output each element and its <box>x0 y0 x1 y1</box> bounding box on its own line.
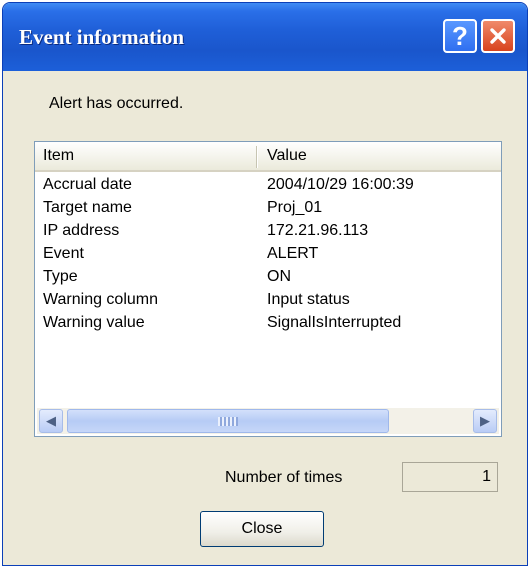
row-value: ALERT <box>267 245 319 262</box>
list-row[interactable]: Warning column Input status <box>35 291 501 314</box>
list-row[interactable]: Type ON <box>35 268 501 291</box>
list-row[interactable]: Warning value SignalIsInterrupted <box>35 314 501 337</box>
list-row[interactable]: Event ALERT <box>35 245 501 268</box>
row-value: ON <box>267 268 291 285</box>
column-header-item[interactable]: Item <box>43 142 249 170</box>
scroll-left-arrow-icon: ◀ <box>46 413 56 428</box>
window-title: Event information <box>19 25 185 49</box>
row-item: Warning value <box>43 314 145 331</box>
row-item: IP address <box>43 222 120 239</box>
row-item: Type <box>43 268 78 285</box>
row-value: SignalIsInterrupted <box>267 314 402 331</box>
list-header: Item Value <box>35 142 501 172</box>
help-button[interactable]: ? <box>443 19 477 53</box>
horizontal-scrollbar[interactable]: ◀ ▶ <box>37 408 499 434</box>
event-details-list[interactable]: Item Value Accrual date 2004/10/29 16:00… <box>34 141 502 437</box>
event-information-dialog: Event information ? Alert has occurred. … <box>2 2 528 566</box>
row-value: 172.21.96.113 <box>267 222 369 239</box>
column-header-value[interactable]: Value <box>267 142 497 170</box>
row-value: Proj_01 <box>267 199 323 216</box>
window-close-button[interactable] <box>481 19 515 53</box>
close-button[interactable]: Close <box>200 511 324 547</box>
scroll-thumb[interactable] <box>67 409 389 433</box>
list-row[interactable]: Accrual date 2004/10/29 16:00:39 <box>35 176 501 199</box>
close-icon <box>490 28 506 44</box>
alert-message: Alert has occurred. <box>49 95 184 112</box>
list-row[interactable]: Target name Proj_01 <box>35 199 501 222</box>
row-item: Warning column <box>43 291 159 308</box>
title-bar[interactable]: Event information ? <box>3 3 527 71</box>
column-divider[interactable] <box>256 146 258 168</box>
list-row[interactable]: IP address 172.21.96.113 <box>35 222 501 245</box>
scroll-right-arrow-icon: ▶ <box>480 413 490 428</box>
row-item: Event <box>43 245 84 262</box>
count-field: 1 <box>402 462 498 492</box>
row-item: Accrual date <box>43 176 132 193</box>
help-icon: ? <box>452 20 468 51</box>
scroll-right-button[interactable]: ▶ <box>473 409 497 433</box>
row-value: 2004/10/29 16:00:39 <box>267 176 414 193</box>
count-label: Number of times <box>225 469 343 486</box>
scroll-left-button[interactable]: ◀ <box>39 409 63 433</box>
scroll-thumb-grip <box>218 417 238 426</box>
row-item: Target name <box>43 199 132 216</box>
list-rows: Accrual date 2004/10/29 16:00:39 Target … <box>35 176 501 337</box>
row-value: Input status <box>267 291 350 308</box>
